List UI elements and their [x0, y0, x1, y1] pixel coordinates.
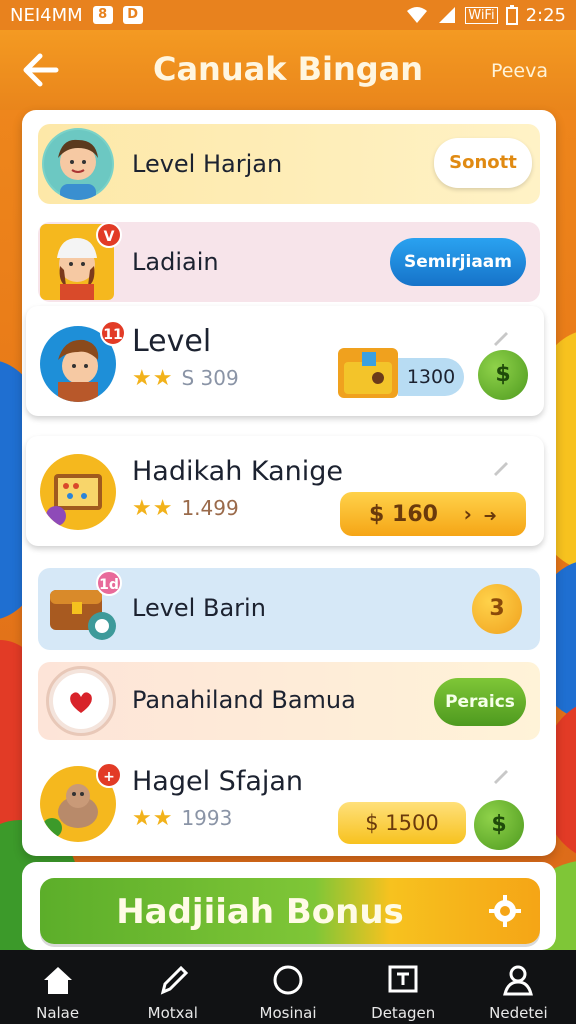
page-title: Canuak Bingan: [152, 50, 424, 88]
notification-badge: D: [122, 6, 143, 24]
list-item[interactable]: 1d Level Barin 3: [38, 568, 540, 650]
edit-icon[interactable]: [490, 764, 512, 786]
avatar: [46, 666, 116, 736]
nav-item-circle[interactable]: Mosinai: [230, 950, 345, 1024]
notification-badge: 1d: [96, 570, 122, 596]
level-name: Level: [132, 324, 212, 359]
nav-label: Nalae: [36, 1004, 80, 1022]
avatar: [42, 128, 114, 200]
star-rating: ★★ S 309: [132, 366, 239, 391]
pencil-icon: [160, 965, 188, 995]
nav-item-home[interactable]: Nalae: [0, 950, 115, 1024]
list-item[interactable]: V Ladiain Semirjiaam: [38, 222, 540, 302]
add-badge: +: [96, 762, 122, 788]
circle-icon: [273, 965, 303, 995]
nav-item-pencil[interactable]: Motxal: [115, 950, 230, 1024]
person-icon: [503, 965, 534, 996]
stars-icon: ★★: [132, 806, 174, 831]
arrow-right-icon: ➜: [483, 506, 497, 525]
coin-button[interactable]: $: [478, 350, 528, 400]
gear-icon[interactable]: [488, 894, 522, 928]
bottom-nav: Nalae Motxal Mosinai Detagen Nedetei: [0, 950, 576, 1024]
level-name: Ladiain: [132, 248, 219, 276]
app-header: Canuak Bingan Peeva: [0, 30, 576, 110]
nav-label: Detagen: [371, 1004, 436, 1022]
level-name: Level Barin: [132, 594, 266, 622]
gift-box-graphic: [344, 352, 392, 394]
stars-icon: ★★: [132, 496, 174, 521]
score-value: S 309: [181, 366, 239, 390]
wifi-label: WiFi: [465, 6, 498, 24]
abacus-icon: [41, 455, 115, 529]
status-left-text: NEI4MM: [10, 4, 83, 26]
level-name: Hadikah Kanige: [132, 456, 344, 487]
level-name: Level Harjan: [132, 150, 283, 178]
boy-avatar-icon: [44, 130, 112, 200]
price-label: $ 160: [369, 502, 438, 527]
heart-icon: [53, 673, 109, 729]
bonus-label: Hadjiiah Bonus: [116, 892, 404, 932]
notification-badge: 11: [100, 320, 126, 346]
stars-icon: ★★: [132, 366, 174, 391]
status-bar: NEI4MM 8 D WiFi 2:25: [0, 0, 576, 30]
nav-label: Mosinai: [259, 1004, 317, 1022]
price-tag: $ 1500: [338, 802, 466, 844]
bonus-panel: Hadjiiah Bonus: [22, 862, 556, 950]
level-name: Hagel Sfajan: [132, 766, 304, 797]
header-action-link[interactable]: Peeva: [491, 60, 548, 82]
buy-button[interactable]: $ 160 › ➜: [340, 492, 526, 536]
chevron-right-icon: ›: [463, 502, 472, 526]
signal-icon: [439, 7, 456, 23]
list-item[interactable]: Hadikah Kanige ★★ 1.499 $ 160 › ➜: [26, 436, 544, 546]
clock: 2:25: [525, 4, 566, 26]
battery-icon: [505, 5, 518, 25]
coin-counter[interactable]: 3: [472, 584, 522, 634]
avatar: [40, 454, 116, 530]
edit-icon[interactable]: [490, 456, 512, 478]
price-tag: 1300: [398, 358, 464, 396]
edit-icon[interactable]: [490, 326, 512, 348]
list-item[interactable]: Level Harjan Sonott: [38, 124, 540, 204]
home-icon: [43, 967, 72, 994]
level-action-button[interactable]: Peraics: [434, 678, 526, 726]
nav-label: Nedetei: [489, 1004, 548, 1022]
level-name: Panahiland Bamua: [132, 686, 356, 714]
notification-badge: 8: [92, 6, 113, 24]
coin-button[interactable]: $: [474, 800, 524, 850]
list-item[interactable]: + Hagel Sfajan ★★ 1993 $ 1500 $: [26, 750, 544, 854]
level-action-button[interactable]: Sonott: [434, 138, 532, 188]
level-action-button[interactable]: Semirjiaam: [390, 238, 526, 286]
bonus-button[interactable]: Hadjiiah Bonus: [40, 878, 540, 944]
star-rating: ★★ 1.499: [132, 496, 239, 521]
list-item[interactable]: Panahiland Bamua Peraics: [38, 662, 540, 740]
level-list-panel: Level Harjan Sonott V Ladiain Semirjiaam: [22, 110, 556, 856]
tv-icon: [388, 965, 418, 993]
nav-label: Motxal: [147, 1004, 198, 1022]
star-rating: ★★ 1993: [132, 806, 232, 831]
score-value: 1993: [181, 806, 233, 830]
chest-icon: [338, 348, 398, 398]
nav-item-profile[interactable]: Nedetei: [461, 950, 576, 1024]
wifi-icon: [407, 7, 428, 23]
check-badge: V: [96, 222, 122, 248]
list-item[interactable]: 11 Level ★★ S 309 1300 $: [26, 306, 544, 416]
nav-item-tv[interactable]: Detagen: [346, 950, 461, 1024]
score-value: 1.499: [181, 496, 239, 520]
